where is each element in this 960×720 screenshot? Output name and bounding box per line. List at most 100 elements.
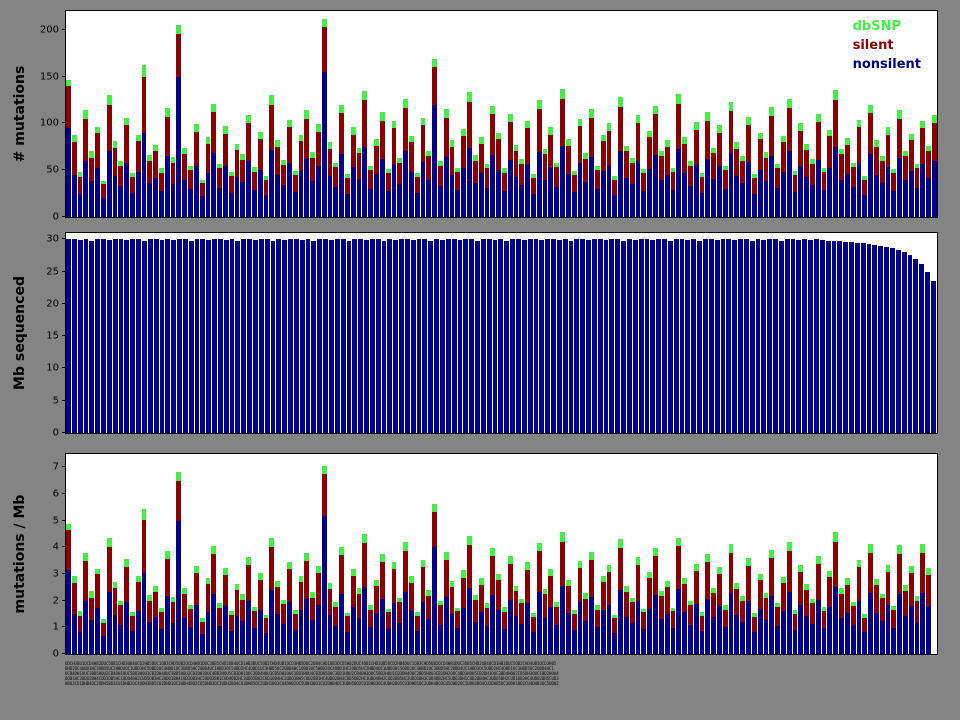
bar bbox=[432, 11, 437, 217]
bar bbox=[153, 454, 158, 654]
bar bbox=[403, 11, 408, 217]
bar bbox=[382, 233, 387, 433]
bar bbox=[358, 233, 363, 433]
bar bbox=[83, 454, 88, 654]
bar bbox=[723, 454, 728, 654]
panel-mutations-per-mb: 01234567 bbox=[65, 453, 938, 655]
bar bbox=[804, 11, 809, 217]
bar bbox=[182, 11, 187, 217]
bar bbox=[896, 233, 901, 433]
bar bbox=[703, 233, 708, 433]
bar bbox=[368, 454, 373, 654]
bar bbox=[136, 11, 141, 217]
bar bbox=[709, 233, 714, 433]
bar bbox=[294, 233, 299, 433]
bar bbox=[586, 233, 591, 433]
bar bbox=[522, 233, 527, 433]
bar bbox=[455, 454, 460, 654]
bar bbox=[791, 233, 796, 433]
bar bbox=[107, 233, 112, 433]
bar bbox=[171, 11, 176, 217]
bar bbox=[487, 233, 492, 433]
bar bbox=[253, 233, 258, 433]
bar bbox=[932, 11, 937, 217]
bar bbox=[496, 454, 501, 654]
bar bbox=[554, 454, 559, 654]
bar bbox=[136, 233, 141, 433]
tick-label: 0 bbox=[53, 428, 59, 439]
bar bbox=[142, 11, 147, 217]
tick-mark bbox=[62, 367, 66, 368]
bar bbox=[417, 233, 422, 433]
bar bbox=[188, 11, 193, 217]
tick-label: 4 bbox=[53, 542, 59, 553]
bar bbox=[440, 233, 445, 433]
bar bbox=[316, 11, 321, 217]
bar bbox=[352, 233, 357, 433]
bar bbox=[287, 454, 292, 654]
bar bbox=[775, 454, 780, 654]
bar bbox=[855, 233, 860, 433]
bar bbox=[469, 233, 474, 433]
bar bbox=[919, 233, 924, 433]
bar bbox=[671, 454, 676, 654]
bar bbox=[113, 454, 118, 654]
bar bbox=[525, 11, 530, 217]
bar bbox=[793, 454, 798, 654]
tick-label: 5 bbox=[53, 395, 59, 406]
bar bbox=[508, 11, 513, 217]
bar bbox=[461, 11, 466, 217]
bar bbox=[897, 454, 902, 654]
bar bbox=[176, 11, 181, 217]
bars-area-mb-sequenced bbox=[66, 233, 937, 433]
bar bbox=[656, 233, 661, 433]
bar bbox=[578, 454, 583, 654]
bar bbox=[182, 454, 187, 654]
bar bbox=[659, 11, 664, 217]
bar bbox=[711, 454, 716, 654]
bar bbox=[485, 454, 490, 654]
bar bbox=[370, 233, 375, 433]
bar bbox=[165, 454, 170, 654]
bar bbox=[463, 233, 468, 433]
tick-mark bbox=[62, 169, 66, 170]
bar bbox=[886, 454, 891, 654]
bar bbox=[653, 11, 658, 217]
bar bbox=[101, 233, 106, 433]
bar bbox=[624, 11, 629, 217]
bar bbox=[124, 233, 129, 433]
bar bbox=[827, 11, 832, 217]
bar bbox=[767, 233, 772, 433]
bar bbox=[345, 11, 350, 217]
bar bbox=[206, 11, 211, 217]
bar bbox=[653, 454, 658, 654]
bar bbox=[409, 11, 414, 217]
bar bbox=[633, 233, 638, 433]
bar bbox=[665, 454, 670, 654]
tick-label: 0 bbox=[53, 212, 59, 223]
bar bbox=[78, 233, 83, 433]
bar bbox=[758, 11, 763, 217]
tick-label: 5 bbox=[53, 515, 59, 526]
bar bbox=[376, 233, 381, 433]
bar bbox=[223, 454, 228, 654]
bar bbox=[645, 233, 650, 433]
bar bbox=[531, 454, 536, 654]
bar bbox=[347, 233, 352, 433]
bars-area-mutations-per-mb bbox=[66, 454, 937, 654]
bar bbox=[531, 11, 536, 217]
bar bbox=[95, 233, 100, 433]
bar bbox=[909, 454, 914, 654]
tick-mark bbox=[62, 122, 66, 123]
bar bbox=[66, 233, 71, 433]
bar bbox=[498, 233, 503, 433]
bar bbox=[194, 454, 199, 654]
bar bbox=[769, 11, 774, 217]
bar bbox=[259, 233, 264, 433]
bar bbox=[740, 454, 745, 654]
bar bbox=[691, 233, 696, 433]
bar bbox=[299, 454, 304, 654]
bar bbox=[374, 454, 379, 654]
bar bbox=[845, 454, 850, 654]
bar bbox=[676, 11, 681, 217]
